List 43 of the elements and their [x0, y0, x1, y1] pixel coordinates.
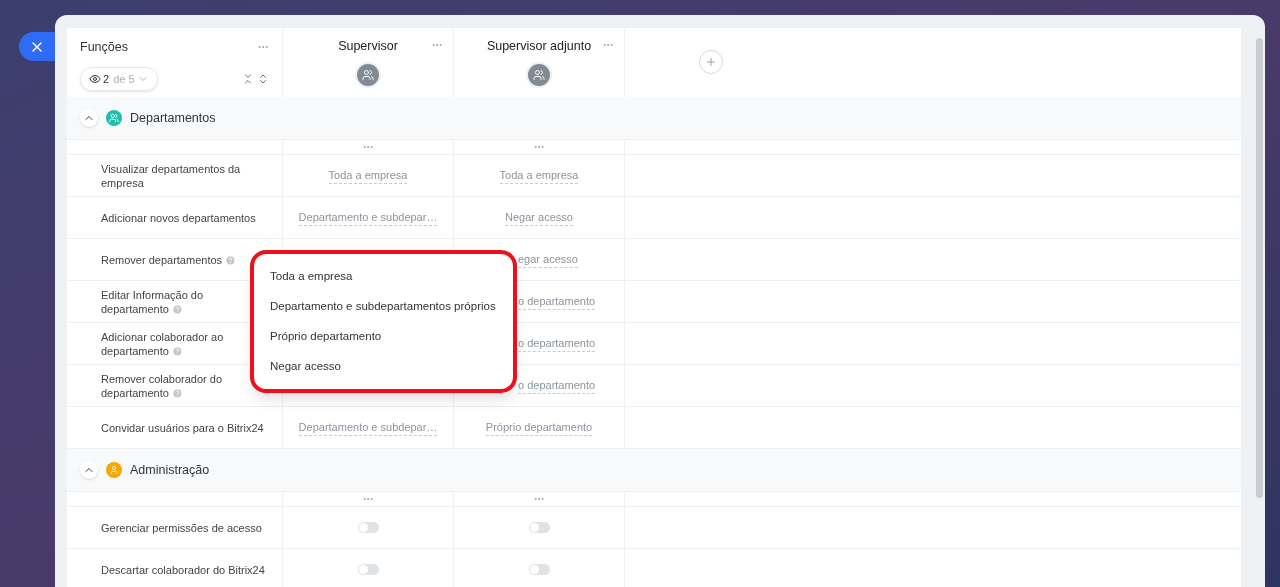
- toggle-switch[interactable]: [357, 522, 379, 533]
- dropdown-option[interactable]: Negar acesso: [270, 356, 513, 377]
- role-title[interactable]: Supervisor: [338, 37, 398, 56]
- access-select[interactable]: Próprio departamento: [485, 418, 593, 437]
- help-icon[interactable]: [225, 254, 237, 266]
- dropdown-option[interactable]: Próprio departamento: [270, 326, 513, 347]
- access-select[interactable]: Departamento e subdepar…: [298, 208, 438, 227]
- permission-label: Adicionar novos departamentos: [101, 210, 256, 225]
- access-select[interactable]: Toda a empresa: [328, 166, 408, 185]
- role-title[interactable]: Supervisor adjunto: [486, 37, 592, 56]
- collapse-button[interactable]: [80, 109, 98, 127]
- column-title: Funções: [80, 39, 128, 56]
- permission-label: Gerenciar permissões de acesso: [101, 520, 262, 535]
- section-title: Administração: [130, 461, 210, 479]
- access-select[interactable]: o departamento: [518, 376, 596, 395]
- role-avatar: [357, 63, 379, 86]
- section-title: Departamentos: [130, 109, 216, 127]
- permission-label: Remover departamentos: [101, 252, 237, 267]
- scrollbar[interactable]: [1256, 38, 1263, 498]
- access-select[interactable]: egar acesso: [518, 250, 578, 269]
- permission-label: Descartar colaborador do Bitrix24: [101, 562, 265, 577]
- collapse-icon[interactable]: [242, 72, 254, 85]
- help-icon[interactable]: [171, 345, 183, 357]
- toggle-switch[interactable]: [357, 564, 379, 575]
- eye-icon: [89, 72, 101, 85]
- permission-label: Convidar usuários para o Bitrix24: [101, 420, 264, 435]
- toggle-switch[interactable]: [528, 564, 550, 575]
- collapse-button[interactable]: [80, 461, 98, 479]
- close-button[interactable]: [19, 32, 55, 61]
- role-avatar: [528, 63, 550, 86]
- access-select[interactable]: o departamento: [518, 292, 596, 311]
- help-icon[interactable]: [171, 387, 183, 399]
- dropdown-option[interactable]: Departamento e subdepartamentos próprios: [270, 296, 513, 317]
- access-select[interactable]: Toda a empresa: [499, 166, 579, 185]
- help-icon[interactable]: [171, 303, 183, 315]
- access-select[interactable]: o departamento: [518, 334, 596, 353]
- dropdown-option[interactable]: Toda a empresa: [270, 266, 513, 287]
- expand-icon[interactable]: [257, 72, 269, 85]
- plus-icon: [704, 56, 717, 68]
- access-select[interactable]: Negar acesso: [505, 208, 573, 227]
- permission-label: Visualizar departamentos da empresa: [101, 161, 242, 190]
- access-select[interactable]: Departamento e subdepar…: [298, 418, 438, 437]
- toggle-switch[interactable]: [528, 522, 550, 533]
